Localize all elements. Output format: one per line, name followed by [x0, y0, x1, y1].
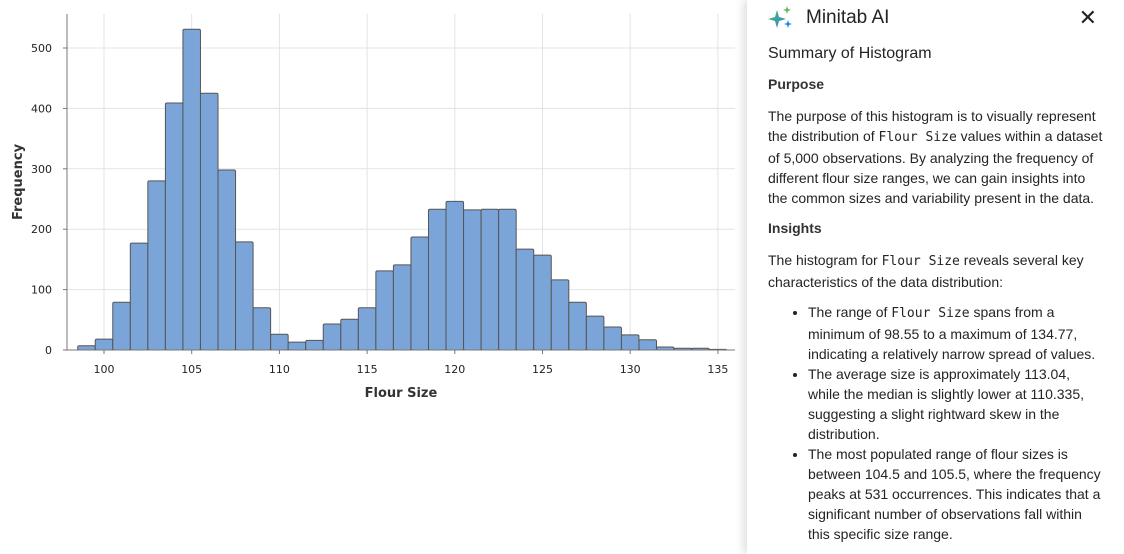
histogram-bar: [147, 180, 166, 351]
insights-list: The range of Flour Size spans from a min…: [768, 302, 1103, 544]
histogram-bar: [77, 345, 96, 351]
x-tick-label: 115: [357, 363, 378, 376]
insights-heading: Insights: [768, 220, 822, 236]
x-tick-label: 105: [181, 363, 202, 376]
minitab-ai-panel: Minitab AI ✕ Summary of Histogram Purpos…: [747, 0, 1124, 554]
histogram-bar: [480, 208, 500, 351]
y-axis-label: Frequency: [11, 143, 26, 220]
histogram-bar: [252, 307, 272, 351]
histogram-bar: [533, 254, 552, 351]
histogram-bar: [427, 208, 447, 351]
x-tick-label: 110: [269, 363, 290, 376]
histogram-bar: [585, 315, 605, 351]
histogram-bar: [94, 338, 114, 351]
histogram-bar: [357, 307, 377, 351]
summary-heading: Summary of Histogram: [768, 45, 932, 62]
histogram-bar: [164, 102, 184, 351]
bars: [77, 28, 728, 351]
x-tick-label: 135: [707, 363, 728, 376]
code-term: Flour Size: [891, 306, 970, 321]
histogram-bar: [498, 208, 517, 351]
histogram-bar: [340, 318, 359, 351]
x-tick-label: 120: [444, 363, 465, 376]
y-tick-label: 100: [31, 284, 52, 297]
histogram-bar: [322, 323, 342, 351]
list-item: The most populated range of flour sizes …: [808, 444, 1103, 544]
list-item: The range of Flour Size spans from a min…: [808, 302, 1103, 364]
y-tick-label: 300: [31, 163, 52, 176]
y-tick-label: 500: [31, 42, 52, 55]
text: The range of: [808, 304, 892, 320]
histogram-bar: [392, 264, 412, 351]
histogram-bar: [217, 169, 237, 351]
histogram-bar: [287, 341, 307, 351]
x-axis-label: Flour Size: [365, 386, 438, 401]
panel-header: Minitab AI ✕: [768, 0, 1103, 36]
histogram-bar: [410, 236, 429, 351]
histogram-bar: [305, 339, 324, 351]
histogram-bar: [235, 241, 254, 351]
histogram-bar: [375, 270, 394, 351]
histogram-bar: [550, 279, 570, 351]
code-term: Flour Size: [881, 254, 960, 269]
sparkle-icon: [768, 6, 792, 28]
x-tick-label: 100: [94, 363, 115, 376]
histogram-bar: [112, 301, 131, 351]
histogram-bar: [568, 301, 587, 351]
histogram-bar: [182, 28, 201, 351]
y-tick-label: 200: [31, 223, 52, 236]
x-tick-label: 130: [620, 363, 641, 376]
histogram-bar: [129, 242, 149, 351]
purpose-text: The purpose of this histogram is to visu…: [768, 106, 1103, 208]
histogram-bar: [603, 326, 622, 351]
histogram-bar: [515, 248, 535, 351]
histogram-bar: [445, 200, 465, 351]
y-tick-label: 400: [31, 102, 52, 115]
histogram-bar: [638, 339, 658, 351]
insights-text: The histogram for Flour Size reveals sev…: [768, 250, 1103, 292]
histogram-bar: [270, 333, 289, 351]
text: The histogram for: [768, 252, 882, 268]
y-tick-label: 0: [45, 344, 52, 357]
purpose-heading: Purpose: [768, 76, 825, 92]
panel-title: Minitab AI: [806, 7, 890, 28]
histogram-bar: [199, 92, 219, 351]
histogram-bar: [620, 334, 640, 351]
histogram-bar: [463, 209, 482, 351]
code-term: Flour Size: [878, 130, 957, 145]
histogram-chart: 100 105 110 115 120 125 130 135 0 100 200 300 400 500…: [11, 14, 735, 401]
list-item: The average size is approximately 113.04…: [808, 364, 1103, 444]
x-tick-label: 125: [532, 363, 553, 376]
close-icon[interactable]: ✕: [1079, 7, 1097, 29]
